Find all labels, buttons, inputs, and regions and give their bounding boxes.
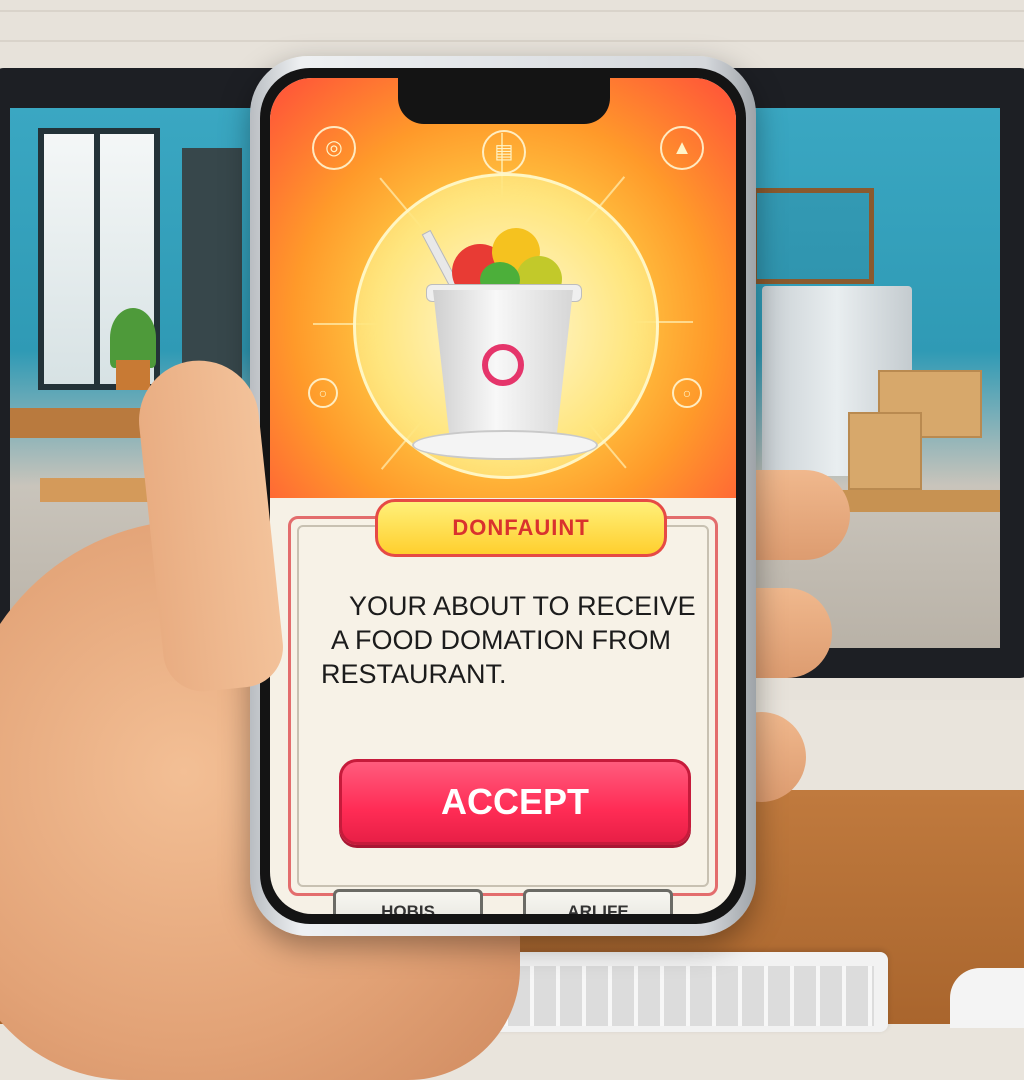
accept-button[interactable]: ACCEPT bbox=[339, 759, 691, 845]
message-line: RESTAURANT. bbox=[321, 659, 507, 689]
hero-illustration: ◎ ▤ ▲ ○ ○ bbox=[270, 78, 736, 498]
mouse bbox=[950, 968, 1024, 1028]
arlife-button[interactable]: ARLIFE bbox=[523, 889, 673, 914]
scene-plant bbox=[110, 308, 156, 368]
chart-icon: ▲ bbox=[660, 126, 704, 170]
location-pin-icon bbox=[482, 344, 524, 386]
card-banner-title: DONFAUINT bbox=[375, 499, 667, 557]
ring-icon: ○ bbox=[308, 378, 338, 408]
donation-card: DONFAUINT YOUR ABOUT TO RECEIVE A FOOD D… bbox=[288, 499, 718, 914]
message-line: YOUR ABOUT TO RECEIVE bbox=[349, 591, 696, 621]
donation-message: YOUR ABOUT TO RECEIVE A FOOD DOMATION FR… bbox=[321, 589, 701, 691]
scene-plant-pot bbox=[116, 360, 150, 390]
phone-notch bbox=[398, 78, 610, 124]
keyboard bbox=[468, 952, 888, 1032]
apple-icon: ◎ bbox=[312, 126, 356, 170]
ring-icon: ○ bbox=[672, 378, 702, 408]
phone-screen: ◎ ▤ ▲ ○ ○ DONFAUINT YOUR ABOUT TO RECEIV… bbox=[270, 78, 736, 914]
calendar-icon: ▤ bbox=[482, 130, 526, 174]
message-line: A FOOD DOMATION FROM bbox=[331, 625, 671, 655]
saucer bbox=[412, 430, 598, 460]
scene-shelf bbox=[752, 188, 874, 284]
smartphone: ◎ ▤ ▲ ○ ○ DONFAUINT YOUR ABOUT TO RECEIV… bbox=[250, 56, 756, 936]
phone-bezel: ◎ ▤ ▲ ○ ○ DONFAUINT YOUR ABOUT TO RECEIV… bbox=[260, 68, 746, 924]
hobis-button[interactable]: HOBIS bbox=[333, 889, 483, 914]
scene-box bbox=[848, 412, 922, 490]
